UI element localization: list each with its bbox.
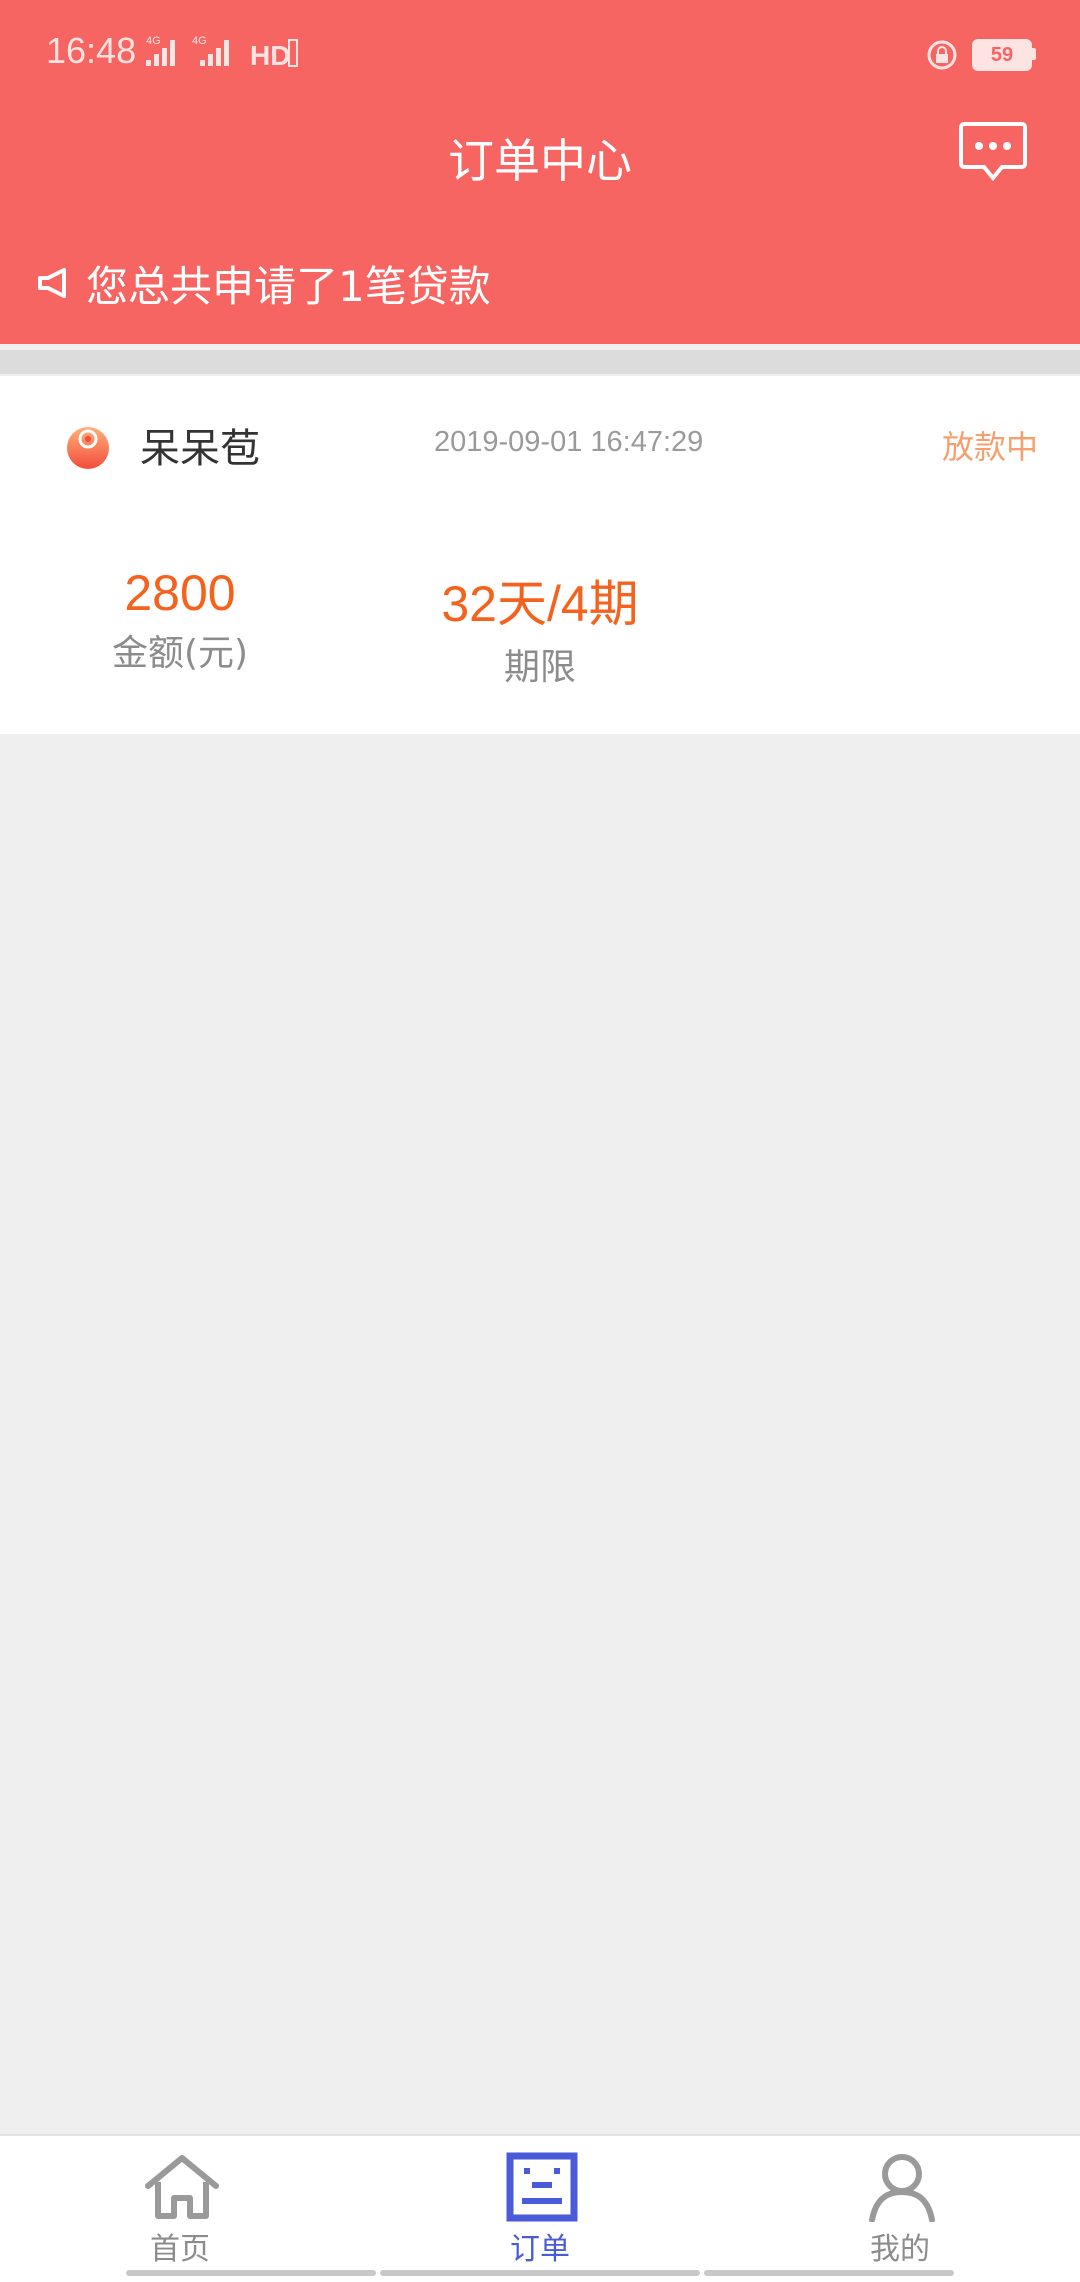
svg-text:HD: HD (250, 40, 290, 70)
rotation-lock-icon (927, 40, 957, 70)
message-icon[interactable] (958, 120, 1028, 186)
tab-home[interactable]: 首页 (80, 2136, 280, 2282)
amount-value: 2800 (124, 565, 236, 621)
battery-tip (1032, 48, 1036, 60)
amount-stat: 2800 金额(元) (80, 564, 280, 676)
product-logo (67, 427, 109, 469)
svg-text:4G: 4G (146, 35, 161, 47)
order-status: 放款中 (942, 428, 1039, 466)
home-icon (145, 2155, 219, 2219)
hd-call-icon: HD (250, 39, 298, 70)
amount-label: 金额(元) (111, 633, 249, 674)
nav-indicator (380, 2270, 700, 2276)
tab-orders-label: 订单 (510, 2232, 570, 2267)
app-header: 16:48 4G 4G HD 59 订单中心 您总共申请了1笔贷款 (0, 0, 1080, 344)
term-stat: 32天/4期 期限 (410, 564, 670, 690)
tab-profile-label: 我的 (870, 2232, 930, 2267)
profile-icon (869, 2154, 935, 2222)
order-time: 2019-09-01 16:47:29 (434, 426, 704, 458)
page-title: 订单中心 (448, 134, 632, 188)
status-bar: 16:48 4G 4G HD 59 (0, 0, 1080, 110)
term-value: 32天/4期 (441, 576, 639, 632)
term-label: 期限 (503, 647, 576, 688)
svg-text:4G: 4G (192, 35, 207, 47)
notice-text: 您总共申请了1笔贷款 (86, 261, 491, 311)
order-card[interactable]: 呆呆苞 2019-09-01 16:47:29 放款中 2800 金额(元) 3… (0, 376, 1080, 734)
battery-icon: 59 (972, 39, 1032, 71)
section-divider (0, 350, 1080, 374)
orders-icon (506, 2152, 578, 2222)
signal-icon: 4G (146, 35, 175, 66)
bottom-tab-bar: 首页 订单 我的 (0, 2134, 1080, 2282)
product-name: 呆呆苞 (140, 426, 260, 472)
nav-indicator (704, 2270, 954, 2276)
battery-level: 59 (990, 44, 1014, 66)
loan-notice: 您总共申请了1笔贷款 (36, 258, 491, 311)
tab-home-label: 首页 (150, 2232, 210, 2267)
tab-orders[interactable]: 订单 (440, 2136, 640, 2282)
tab-profile[interactable]: 我的 (800, 2136, 1000, 2282)
signal-icon: 4G (192, 35, 229, 66)
nav-indicator (126, 2270, 376, 2276)
speaker-icon (38, 268, 66, 298)
status-time: 16:48 (46, 30, 137, 71)
